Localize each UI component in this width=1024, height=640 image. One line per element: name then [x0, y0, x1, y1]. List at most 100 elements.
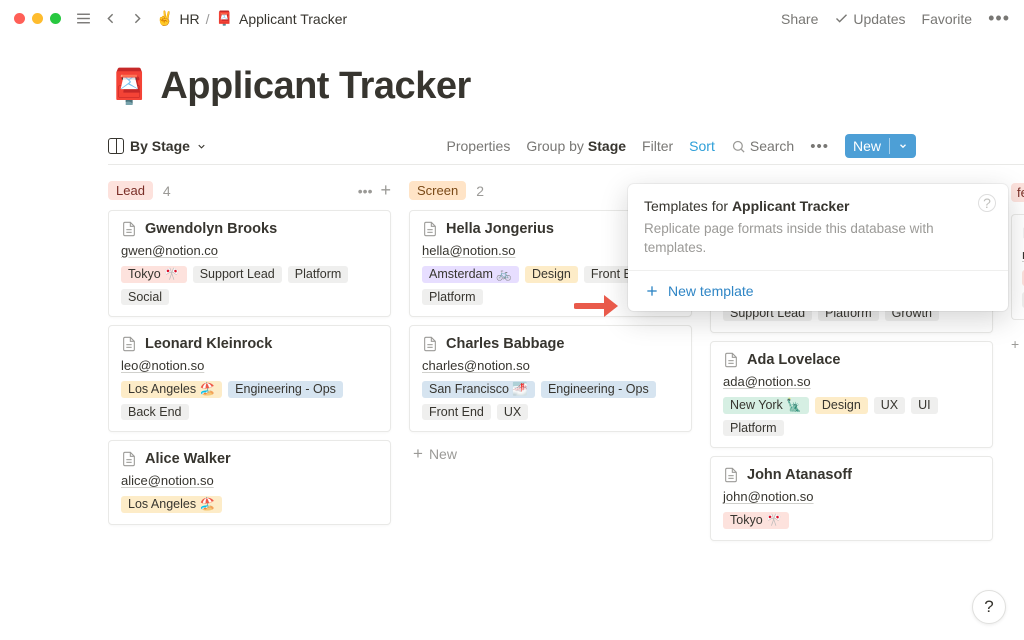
popover-description: Replicate page formats inside this datab…: [644, 220, 992, 258]
popover-title-prefix: Templates for: [644, 198, 732, 214]
topbar-left: ✌️ HR / 📮 Applicant Tracker: [14, 10, 347, 27]
tag: San Francisco 🌁: [422, 381, 535, 398]
tag: Design: [525, 266, 578, 283]
plus-icon: [644, 283, 660, 299]
new-label: New: [853, 138, 881, 154]
back-button[interactable]: [102, 10, 119, 27]
column-label[interactable]: Lead: [108, 181, 153, 200]
tag: Tokyo 🎌: [121, 266, 187, 283]
search-icon: [731, 139, 746, 154]
card-tags: Tokyo 🎌: [723, 512, 980, 529]
tag: Platform: [422, 289, 483, 305]
updates-label: Updates: [853, 11, 905, 27]
tag: UX: [874, 397, 905, 414]
topbar-right: Share Updates Favorite •••: [781, 8, 1010, 29]
add-card-label: New: [429, 446, 457, 462]
card-email: ada@notion.so: [723, 374, 980, 389]
favorite-button[interactable]: Favorite: [922, 11, 973, 27]
filter-button[interactable]: Filter: [642, 138, 673, 154]
card-title-row: Ada Lovelace: [723, 352, 980, 368]
view-name: By Stage: [130, 138, 190, 154]
card-title: Leonard Kleinrock: [145, 336, 272, 352]
breadcrumb-hr[interactable]: HR: [179, 11, 199, 27]
popover-help-icon[interactable]: ?: [978, 194, 996, 212]
board-card[interactable]: Gwendolyn Brooksgwen@notion.coTokyo 🎌Sup…: [108, 210, 391, 317]
new-button[interactable]: New: [845, 134, 916, 158]
tag: Design: [815, 397, 868, 414]
properties-button[interactable]: Properties: [447, 138, 511, 154]
hr-icon: ✌️: [156, 10, 173, 27]
board-card[interactable]: John Atanasoff john@notion.so Tokyo 🎌: [710, 456, 993, 541]
board-card[interactable]: Ada Lovelace ada@notion.so New York 🗽 Desig…: [710, 341, 993, 448]
page-icon: [121, 336, 137, 352]
popover-header: Templates for Applicant Tracker Replicat…: [628, 184, 1008, 270]
tag: Social: [121, 289, 169, 305]
column-count: 4: [163, 183, 171, 199]
column-add-icon[interactable]: +: [380, 183, 391, 199]
page-icon: [422, 221, 438, 237]
tag: UX: [497, 404, 528, 420]
tag: Back End: [121, 404, 189, 420]
column-more-icon[interactable]: •••: [358, 183, 373, 199]
page-icon: [723, 467, 739, 483]
add-card-button[interactable]: +New: [409, 440, 692, 468]
help-fab[interactable]: ?: [972, 590, 1006, 624]
new-template-button[interactable]: New template: [628, 271, 1008, 311]
db-toolbar: By Stage Properties Group by Stage Filte…: [108, 134, 1024, 158]
share-button[interactable]: Share: [781, 11, 818, 27]
search-button[interactable]: Search: [731, 138, 794, 154]
card-title: Hella Jongerius: [446, 221, 554, 237]
groupby-button[interactable]: Group by Stage: [526, 138, 626, 154]
new-dropdown[interactable]: [889, 138, 908, 154]
breadcrumb-sep: /: [206, 11, 210, 27]
card-email: charles@notion.so: [422, 358, 679, 373]
card-tags: Los Angeles 🏖️Engineering - OpsBack End: [121, 381, 378, 420]
tag: UI: [911, 397, 938, 414]
card-title: Ada Lovelace: [747, 352, 841, 368]
card-email: john@notion.so: [723, 489, 980, 504]
add-card-partial[interactable]: + N: [1011, 336, 1024, 352]
page-icon: [121, 451, 137, 467]
close-window-icon[interactable]: [14, 13, 25, 24]
sort-button[interactable]: Sort: [689, 138, 715, 154]
templates-popover: ? Templates for Applicant Tracker Replic…: [628, 184, 1008, 311]
card-title: Charles Babbage: [446, 336, 564, 352]
maximize-window-icon[interactable]: [50, 13, 61, 24]
card-title-row: John Atanasoff: [723, 467, 980, 483]
column-count: 2: [476, 183, 484, 199]
card-tags: Los Angeles 🏖️: [121, 496, 378, 513]
board-card[interactable]: Alice Walkeralice@notion.soLos Angeles 🏖…: [108, 440, 391, 525]
tag: Engineering - Ops: [228, 381, 343, 398]
groupby-value: Stage: [588, 138, 626, 154]
tag: New York 🗽: [723, 397, 809, 414]
tag: Front End: [422, 404, 491, 420]
hamburger-icon[interactable]: [75, 10, 92, 27]
page-icon: [422, 336, 438, 352]
page-icon[interactable]: 📮: [108, 67, 150, 107]
topbar: ✌️ HR / 📮 Applicant Tracker Share Update…: [0, 0, 1024, 35]
card-title: John Atanasoff: [747, 467, 852, 483]
breadcrumb-page[interactable]: Applicant Tracker: [239, 11, 347, 27]
page-title-row: 📮 Applicant Tracker: [108, 65, 1024, 108]
board-card[interactable]: Charles Babbage charles@notion.so San Fran…: [409, 325, 692, 432]
card-title-row: Gwendolyn Brooks: [121, 221, 378, 237]
board-column-partial: fe T ni VP Writ + N: [1011, 179, 1024, 549]
more-menu-icon[interactable]: •••: [988, 8, 1010, 29]
page-icon-small: 📮: [216, 10, 233, 27]
card-tags: New York 🗽 Design UX UI Platform: [723, 397, 980, 436]
board-view-icon: [108, 138, 124, 154]
toolbar-more-icon[interactable]: •••: [810, 138, 829, 155]
tag: Support Lead: [193, 266, 282, 283]
minimize-window-icon[interactable]: [32, 13, 43, 24]
column-label[interactable]: Screen: [409, 181, 466, 200]
forward-button[interactable]: [129, 10, 146, 27]
tag: Platform: [723, 420, 784, 436]
view-switcher[interactable]: By Stage: [108, 138, 207, 154]
search-label: Search: [750, 138, 794, 154]
board-card[interactable]: Leonard Kleinrockleo@notion.soLos Angele…: [108, 325, 391, 432]
board-card-partial[interactable]: T ni VP Writ: [1011, 214, 1024, 320]
toolbar-actions: Properties Group by Stage Filter Sort Se…: [447, 134, 916, 158]
updates-button[interactable]: Updates: [834, 11, 905, 27]
page-icon: [121, 221, 137, 237]
page-title[interactable]: Applicant Tracker: [160, 65, 470, 108]
